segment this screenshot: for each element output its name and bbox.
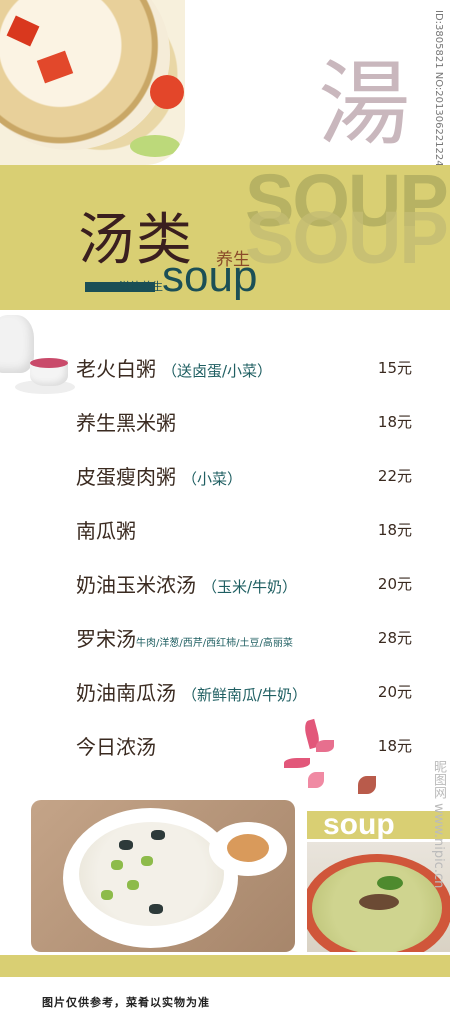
soup-watermark-character: 湯 <box>318 51 410 158</box>
menu-item-name: 南瓜粥 <box>76 519 136 543</box>
menu-item-price: 22元 <box>377 467 412 485</box>
menu-item: 养生黑米粥 18元 <box>76 407 416 437</box>
menu-item: 罗宋汤牛肉/洋葱/西芹/西红柿/土豆/高丽菜 28元 <box>76 623 416 653</box>
menu-item-price: 20元 <box>377 683 412 701</box>
menu-item: 南瓜粥 18元 <box>76 515 416 545</box>
title-english: soup <box>162 252 258 301</box>
menu-item-name: 养生黑米粥 <box>76 411 176 435</box>
teapot-illustration <box>0 310 78 400</box>
menu-item: 老火白粥 （送卤蛋/小菜） 15元 <box>76 353 416 383</box>
background-soup-word-shadow: SOUP <box>245 196 449 279</box>
menu-item-price: 18元 <box>377 413 412 431</box>
menu-item-price: 15元 <box>377 359 412 377</box>
menu-item: 奶油玉米浓汤 （玉米/牛奶） 20元 <box>76 569 416 599</box>
footer-note: 图片仅供参考，菜肴以实物为准 <box>42 996 210 1009</box>
site-watermark: 昵图网 www.nipic.cn <box>431 760 446 889</box>
menu-item-price: 18元 <box>377 737 412 755</box>
menu-item-price: 20元 <box>377 575 412 593</box>
top-food-photo <box>0 0 185 165</box>
menu-item-name: 今日浓汤 <box>76 735 156 759</box>
menu-item-name: 奶油南瓜汤 <box>76 681 176 705</box>
menu-item: 皮蛋瘦肉粥 （小菜） 22元 <box>76 461 416 491</box>
congee-photo <box>31 800 295 952</box>
menu-item-price: 18元 <box>377 521 412 539</box>
menu-item-name: 老火白粥 <box>76 357 156 381</box>
menu-item-note: （新鲜南瓜/牛奶） <box>182 686 308 704</box>
tagline: 滋补养生 <box>119 280 163 293</box>
menu-item-price: 28元 <box>377 629 412 647</box>
flower-decoration <box>282 718 376 810</box>
menu-item-note: （小菜） <box>182 470 243 488</box>
menu-item-note: （送卤蛋/小菜） <box>162 362 273 380</box>
menu-item: 今日浓汤 18元 <box>76 731 416 761</box>
menu-item-name: 奶油玉米浓汤 <box>76 573 196 597</box>
soup-label: soup <box>323 808 395 841</box>
menu-item-name: 皮蛋瘦肉粥 <box>76 465 176 489</box>
menu-item-note: （玉米/牛奶） <box>202 578 298 596</box>
menu-item-name: 罗宋汤 <box>76 627 136 651</box>
menu-item: 奶油南瓜汤 （新鲜南瓜/牛奶） 20元 <box>76 677 416 707</box>
footer-band <box>0 955 450 977</box>
menu-item-note: 牛肉/洋葱/西芹/西红柿/土豆/高丽菜 <box>136 638 293 649</box>
